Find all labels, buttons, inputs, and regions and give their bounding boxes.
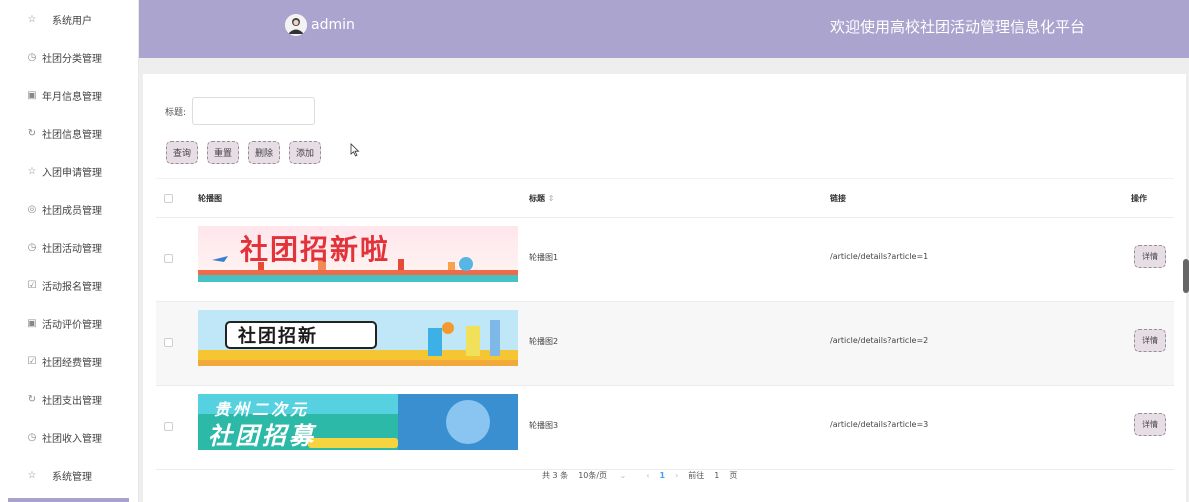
sidebar-item-label: 入团申请管理	[42, 167, 102, 179]
banner-heading: 社团招新	[238, 326, 318, 347]
row-title: 轮播图2	[529, 337, 559, 346]
sidebar-item-label: 社团收入管理	[42, 433, 102, 445]
sidebar-item[interactable]: ◷ 社团收入管理	[0, 418, 138, 456]
refresh-icon: ↻	[27, 127, 37, 139]
action-buttons: 查询 重置 删除 添加	[166, 141, 330, 164]
sidebar-item[interactable]: ↻ 社团支出管理	[0, 380, 138, 418]
sidebar-item[interactable]: ◷ 社团活动管理	[0, 228, 138, 266]
add-button[interactable]: 添加	[289, 141, 322, 164]
sidebar-item[interactable]: ☆ 系统用户	[0, 0, 138, 38]
sidebar-item[interactable]: ▣ 活动评价管理	[0, 304, 138, 342]
sidebar-item[interactable]: ◎ 社团成员管理	[0, 190, 138, 228]
clock-icon: ◷	[27, 241, 37, 253]
page-number[interactable]: 1	[660, 471, 666, 480]
star-icon: ☆	[27, 13, 37, 25]
row-link: /article/details?article=1	[830, 252, 929, 261]
page-size-select[interactable]: 10条/页 ⌄	[578, 470, 636, 481]
banner-image: 社团招新	[198, 310, 518, 366]
sidebar-item[interactable]: ☆ 入团申请管理	[0, 152, 138, 190]
row-link: /article/details?article=3	[830, 420, 929, 429]
banner-table: 轮播图 标题 ⇕ 链接 操作 社团招新啦 轮播图1 /article/detai…	[156, 178, 1174, 470]
sidebar: ☆ 系统用户 ◷ 社团分类管理 ▣ 年月信息管理 ↻ 社团信息管理 ☆ 入团申请管理 ◎ 社团成员管理…	[0, 0, 139, 502]
sidebar-item-label: 年月信息管理	[42, 91, 102, 103]
sort-icon[interactable]: ⇕	[548, 194, 555, 203]
row-title: 轮播图3	[529, 421, 559, 430]
check-box-icon: ☑	[27, 355, 37, 367]
header-image: 轮播图	[198, 193, 222, 203]
sidebar-item-label: 社团信息管理	[42, 129, 102, 141]
title-search-input[interactable]	[192, 97, 316, 125]
detail-button[interactable]: 详情	[1134, 245, 1166, 268]
next-page-icon[interactable]: ›	[675, 471, 678, 480]
reset-button[interactable]: 重置	[207, 141, 240, 164]
search-label: 标题:	[165, 107, 187, 118]
detail-button[interactable]: 详情	[1134, 329, 1166, 352]
refresh-icon: ↻	[27, 393, 37, 405]
row-checkbox[interactable]	[164, 254, 173, 263]
compass-icon: ◎	[27, 203, 37, 215]
pagination: 共 3 条 10条/页 ⌄ ‹ 1 › 前往 1 页	[542, 470, 747, 481]
star-icon: ☆	[27, 165, 37, 177]
check-box-icon: ☑	[27, 279, 37, 291]
user-avatar-icon	[285, 14, 307, 36]
platform-title: 欢迎使用高校社团活动管理信息化平台	[829, 18, 1085, 36]
banner-heading: 社团招新啦	[240, 233, 391, 266]
star-icon: ☆	[27, 469, 37, 481]
row-checkbox[interactable]	[164, 338, 173, 347]
pager-total: 共 3 条	[542, 471, 569, 480]
clock-icon: ◷	[27, 431, 37, 443]
sidebar-item-label: 系统用户	[52, 15, 92, 27]
row-link: /article/details?article=2	[830, 336, 929, 345]
page-suffix: 页	[729, 471, 738, 480]
row-checkbox[interactable]	[164, 422, 173, 431]
sidebar-item-label: 社团经费管理	[42, 357, 102, 369]
sidebar-item[interactable]: ☑ 社团经费管理	[0, 342, 138, 380]
table-header: 轮播图 标题 ⇕ 链接 操作	[156, 178, 1174, 218]
banner-image: 社团招新啦	[198, 226, 518, 282]
goto-label: 前往	[688, 471, 705, 480]
banner-heading: 社团招募	[208, 422, 316, 450]
select-all-checkbox[interactable]	[164, 193, 173, 203]
banner-image: 贵州二次元 社团招募	[198, 394, 518, 450]
username: admin	[311, 17, 355, 33]
sidebar-item-label: 社团成员管理	[42, 205, 102, 217]
user-info[interactable]: admin	[285, 14, 355, 36]
mouse-cursor-icon	[350, 143, 360, 157]
avatar	[285, 14, 307, 36]
delete-button[interactable]: 删除	[248, 141, 281, 164]
table-row: 贵州二次元 社团招募 轮播图3 /article/details?article…	[156, 386, 1174, 470]
sidebar-item[interactable]: ☆ 系统管理	[0, 456, 138, 494]
header-operation: 操作	[1131, 193, 1147, 203]
top-header: admin 欢迎使用高校社团活动管理信息化平台	[139, 0, 1189, 58]
sidebar-active-indicator	[8, 498, 129, 502]
sidebar-item-label: 活动报名管理	[42, 281, 102, 293]
goto-input[interactable]: 1	[714, 471, 719, 480]
sidebar-item[interactable]: ↻ 社团信息管理	[0, 114, 138, 152]
sidebar-item-label: 社团支出管理	[42, 395, 102, 407]
header-title[interactable]: 标题 ⇕	[529, 193, 555, 204]
search-bar: 标题:	[165, 97, 316, 125]
sidebar-item[interactable]: ▣ 年月信息管理	[0, 76, 138, 114]
sidebar-item-label: 社团分类管理	[42, 53, 102, 65]
row-title: 轮播图1	[529, 253, 559, 262]
prev-page-icon[interactable]: ‹	[646, 471, 649, 480]
sidebar-item-label: 活动评价管理	[42, 319, 102, 331]
table-row: 社团招新啦 轮播图1 /article/details?article=1 详情	[156, 218, 1174, 302]
sidebar-item-label: 系统管理	[52, 471, 92, 483]
table-row: 社团招新 轮播图2 /article/details?article=2 详情	[156, 302, 1174, 386]
sidebar-item[interactable]: ☑ 活动报名管理	[0, 266, 138, 304]
detail-button[interactable]: 详情	[1134, 413, 1166, 436]
calendar-icon: ▣	[27, 317, 37, 329]
calendar-icon: ▣	[27, 89, 37, 101]
scrollbar-thumb[interactable]	[1183, 259, 1189, 293]
clock-icon: ◷	[27, 51, 37, 63]
sidebar-item-label: 社团活动管理	[42, 243, 102, 255]
query-button[interactable]: 查询	[166, 141, 199, 164]
chevron-down-icon: ⌄	[619, 471, 627, 480]
sidebar-item[interactable]: ◷ 社团分类管理	[0, 38, 138, 76]
header-link: 链接	[830, 193, 846, 203]
